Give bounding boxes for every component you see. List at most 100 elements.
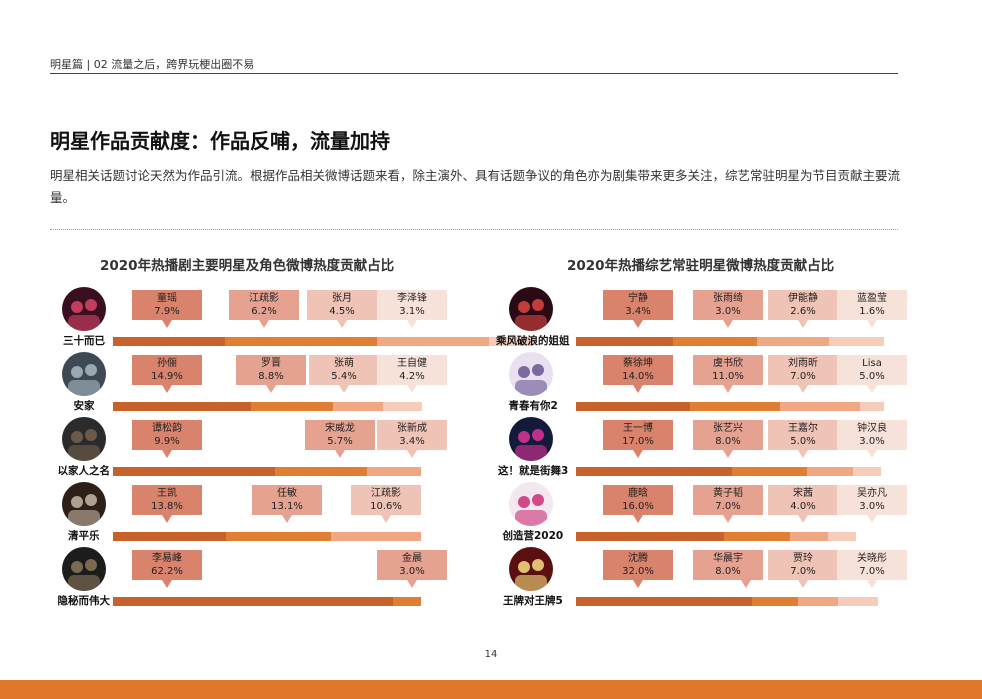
star-callout: 张萌 5.4% xyxy=(309,355,379,393)
star-share-value: 13.1% xyxy=(271,501,303,512)
callout-pointer xyxy=(407,450,417,458)
star-share-value: 10.6% xyxy=(370,501,402,512)
star-callout: 李易峰 62.2% xyxy=(132,550,202,588)
show-name: 清平乐 xyxy=(68,530,100,542)
callout-pointer xyxy=(798,385,808,393)
star-name: 任敏 xyxy=(277,488,297,499)
header-divider xyxy=(50,73,898,74)
star-share-value: 1.6% xyxy=(859,306,885,317)
star-name: 关晓彤 xyxy=(857,553,887,564)
callout-pointer xyxy=(337,320,347,328)
callout-pointer xyxy=(741,580,751,588)
star-share-value: 3.0% xyxy=(859,501,885,512)
callout-pointer xyxy=(633,515,643,523)
star-name: 张艺兴 xyxy=(713,423,743,434)
star-callout: 李泽锋 3.1% xyxy=(377,290,447,328)
callout-pointer xyxy=(867,320,877,328)
bar-segment xyxy=(113,597,393,606)
star-name: 宋茜 xyxy=(793,488,813,499)
star-share-value: 2.6% xyxy=(790,306,816,317)
bar-segment xyxy=(780,402,860,411)
star-callout: 童瑶 7.9% xyxy=(132,290,202,328)
callout-pointer xyxy=(335,450,345,458)
star-name: 沈腾 xyxy=(628,553,648,564)
star-name: 蓝盈莹 xyxy=(857,293,887,304)
bar-segment xyxy=(673,337,757,346)
callout-pointer xyxy=(633,385,643,393)
section-divider xyxy=(50,229,898,230)
callout-pointer xyxy=(798,320,808,328)
show-thumbnail xyxy=(62,482,106,526)
bar-segment xyxy=(576,402,690,411)
star-callout: 江疏影 6.2% xyxy=(229,290,299,328)
star-callout: 罗晋 8.8% xyxy=(236,355,306,393)
star-callout: 伊能静 2.6% xyxy=(768,290,838,328)
star-callout: 王一博 17.0% xyxy=(603,420,673,458)
bar-segment xyxy=(790,532,828,541)
callout-pointer xyxy=(798,580,808,588)
star-share-value: 9.9% xyxy=(154,436,180,447)
star-callout: 刘雨昕 7.0% xyxy=(768,355,838,393)
star-callout: 华晨宇 8.0% xyxy=(693,550,763,588)
callout-pointer xyxy=(867,450,877,458)
bar-segment xyxy=(113,337,225,346)
star-callout: 王嘉尔 5.0% xyxy=(768,420,838,458)
page-title: 明星作品贡献度：作品反哺，流量加持 xyxy=(50,129,390,153)
star-share-value: 3.0% xyxy=(715,306,741,317)
star-share-value: 14.0% xyxy=(622,371,654,382)
bar-segment xyxy=(860,402,884,411)
star-callout: 王自健 4.2% xyxy=(377,355,447,393)
variety-chart-title: 2020年热播综艺常驻明星微博热度贡献占比 xyxy=(567,258,835,274)
contribution-bar xyxy=(113,532,421,541)
star-share-value: 62.2% xyxy=(151,566,183,577)
callout-pointer xyxy=(867,580,877,588)
bar-segment xyxy=(367,467,421,476)
star-callout: 张月 4.5% xyxy=(307,290,377,328)
bar-segment xyxy=(732,467,807,476)
star-name: 贾玲 xyxy=(793,553,813,564)
star-name: 宋威龙 xyxy=(325,423,355,434)
star-callout: 宁静 3.4% xyxy=(603,290,673,328)
star-name: 蔡徐坤 xyxy=(623,358,653,369)
star-callout: 宋威龙 5.7% xyxy=(305,420,375,458)
bar-segment xyxy=(331,532,421,541)
bar-segment xyxy=(853,467,881,476)
callout-pointer xyxy=(723,515,733,523)
star-name: 张新成 xyxy=(397,423,427,434)
star-share-value: 7.0% xyxy=(715,501,741,512)
bar-segment xyxy=(798,597,838,606)
star-name: Lisa xyxy=(862,358,882,369)
star-share-value: 13.8% xyxy=(151,501,183,512)
callout-pointer xyxy=(723,320,733,328)
star-name: 钟汉良 xyxy=(857,423,887,434)
show-thumbnail xyxy=(509,482,553,526)
star-name: 王嘉尔 xyxy=(788,423,818,434)
footer-bar xyxy=(0,680,982,699)
star-name: 张萌 xyxy=(334,358,354,369)
star-callout: 沈腾 32.0% xyxy=(603,550,673,588)
star-share-value: 11.0% xyxy=(712,371,744,382)
callout-pointer xyxy=(407,320,417,328)
callout-pointer xyxy=(339,385,349,393)
bar-segment xyxy=(828,532,856,541)
bar-segment xyxy=(113,532,226,541)
bar-segment xyxy=(576,532,724,541)
star-share-value: 4.0% xyxy=(790,501,816,512)
star-share-value: 7.9% xyxy=(154,306,180,317)
star-share-value: 3.4% xyxy=(625,306,651,317)
callout-pointer xyxy=(723,450,733,458)
callout-pointer xyxy=(162,580,172,588)
star-callout: 蔡徐坤 14.0% xyxy=(603,355,673,393)
callout-pointer xyxy=(282,515,292,523)
star-name: 宁静 xyxy=(628,293,648,304)
star-share-value: 32.0% xyxy=(622,566,654,577)
intro-paragraph: 明星相关话题讨论天然为作品引流。根据作品相关微博话题来看，除主演外、具有话题争议… xyxy=(50,168,901,205)
star-share-value: 3.1% xyxy=(399,306,425,317)
star-name: 伊能静 xyxy=(788,293,818,304)
bar-segment xyxy=(226,532,331,541)
star-share-value: 7.0% xyxy=(859,566,885,577)
bar-segment xyxy=(724,532,790,541)
star-name: 吴亦凡 xyxy=(857,488,887,499)
show-thumbnail xyxy=(509,352,553,396)
show-name: 创造营2020 xyxy=(502,530,564,542)
